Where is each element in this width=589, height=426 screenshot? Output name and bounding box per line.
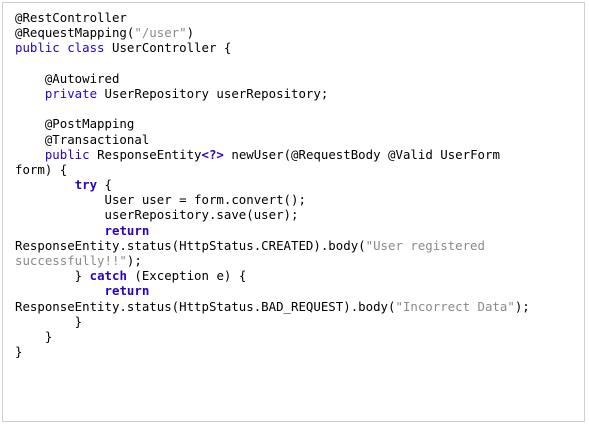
code-token: (Exception e) { [126, 268, 247, 284]
code-line: @PostMapping [15, 116, 530, 131]
code-line: return [15, 223, 530, 238]
code-line: } [15, 329, 530, 344]
code-token: public class [15, 40, 105, 56]
code-token: successfully!!" [15, 253, 127, 268]
code-line: private UserRepository userRepository; [15, 86, 530, 101]
code-token: ); [514, 298, 530, 314]
code-token: form) { [15, 161, 68, 177]
code-token: private [44, 85, 98, 101]
code-token: @Autowired [15, 70, 120, 86]
code-line: public class UserController { [15, 40, 530, 55]
code-token: return [104, 283, 150, 299]
code-line: } catch (Exception e) { [15, 268, 530, 283]
code-token: } [15, 328, 53, 344]
code-token: } [15, 268, 90, 284]
code-token: "/user" [134, 25, 187, 41]
code-token: UserRepository userRepository; [97, 85, 329, 101]
code-token: { [97, 177, 112, 193]
code-token: User user = form.convert(); [15, 192, 306, 208]
code-line: userRepository.save(user); [15, 207, 530, 222]
code-token: ) [186, 25, 195, 41]
code-line: } [15, 344, 530, 359]
code-token: ResponseEntity [89, 146, 202, 162]
code-token: ResponseEntity.status(HttpStatus.CREATED… [15, 237, 366, 253]
code-token: public [44, 146, 90, 162]
code-line: User user = form.convert(); [15, 192, 530, 207]
code-block: @RestController @RequestMapping("/user") p… [15, 10, 530, 359]
code-line: ResponseEntity.status(HttpStatus.BAD_REQ… [15, 299, 530, 314]
code-token: ); [126, 253, 142, 268]
code-token: catch [89, 268, 127, 284]
code-token: } [15, 344, 23, 360]
code-token: @RestController [15, 10, 127, 25]
code-line: public ResponseEntity<?> newUser(@Reques… [15, 147, 530, 162]
code-token: <?> [201, 146, 224, 162]
code-token: return [104, 222, 150, 238]
code-line: return [15, 283, 530, 298]
code-line: try { [15, 177, 530, 192]
code-token: "User registered [365, 237, 485, 253]
code-line: @RestController [15, 10, 530, 25]
code-token: userRepository.save(user); [15, 207, 299, 223]
code-snippet-panel: @RestController @RequestMapping("/user") p… [2, 2, 585, 422]
code-line: } [15, 314, 530, 329]
code-line: @Transactional [15, 132, 530, 147]
code-token: newUser(@RequestBody @Valid UserForm [223, 146, 500, 162]
code-token: try [74, 177, 98, 193]
code-token: ResponseEntity.status(HttpStatus.BAD_REQ… [15, 298, 396, 314]
code-token: } [15, 313, 83, 329]
code-token: UserController { [104, 40, 232, 56]
code-token: @PostMapping [15, 116, 135, 132]
code-line: form) { [15, 162, 530, 177]
code-token: "Incorrect Data" [395, 298, 515, 314]
code-token: @RequestMapping( [15, 25, 135, 41]
code-line: @RequestMapping("/user") [15, 25, 530, 40]
code-line: @Autowired [15, 71, 530, 86]
code-line: successfully!!"); [15, 253, 530, 268]
code-token: @Transactional [15, 131, 150, 147]
code-line: ResponseEntity.status(HttpStatus.CREATED… [15, 238, 530, 253]
